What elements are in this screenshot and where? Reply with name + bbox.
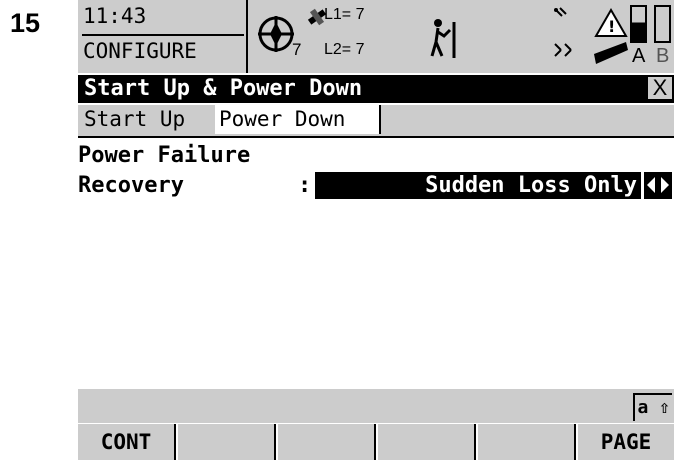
position-status-icon [258, 16, 294, 52]
field-label-line1: Power Failure [78, 143, 251, 168]
memory-card-icon: ! [594, 8, 628, 64]
softkey-f3[interactable] [278, 424, 376, 460]
battery-b-icon [654, 5, 671, 43]
svg-text:!: ! [608, 17, 615, 36]
choice-arrows-icon[interactable] [644, 172, 672, 199]
connection-icon [554, 43, 572, 57]
battery-b-label: B [656, 45, 670, 67]
battery-a-icon [630, 5, 647, 43]
battery-a-label: A [632, 45, 646, 67]
softkey-f6-page[interactable]: PAGE [578, 424, 674, 460]
close-button[interactable]: X [648, 77, 672, 99]
pole-mode-icon [430, 19, 456, 58]
radio-link-icon [554, 7, 567, 17]
clock: 11:43 [83, 4, 147, 28]
field-colon: : [298, 173, 312, 198]
softkey-f4[interactable] [378, 424, 476, 460]
softkey-row: CONT PAGE [78, 424, 674, 460]
l1-count: L1= 7 [324, 6, 365, 23]
status-separator [246, 0, 248, 73]
softkey-f1-cont[interactable]: CONT [78, 424, 176, 460]
l2-count: L2= 7 [324, 41, 365, 58]
program-name: CONFIGURE [83, 39, 197, 63]
softkey-f2[interactable] [178, 424, 276, 460]
softkey-status-bar: a ⇧ [78, 389, 674, 423]
satellite-count: 7 [292, 40, 302, 59]
device-screen: 11:43 CONFIGURE 7 L1= 7 L2= 7 ! A B Star… [78, 0, 674, 460]
input-mode-indicator: a ⇧ [633, 393, 672, 421]
status-bar: 11:43 CONFIGURE 7 L1= 7 L2= 7 ! A B [78, 0, 674, 73]
screen-title: Start Up & Power Down [84, 76, 363, 101]
tab-bar: Start Up Power Down [78, 105, 674, 138]
power-failure-recovery-choice[interactable]: Sudden Loss Only [315, 172, 641, 199]
status-left: 11:43 CONFIGURE [78, 0, 246, 73]
tab-power-down[interactable]: Power Down [215, 105, 381, 134]
softkey-f5[interactable] [478, 424, 576, 460]
tab-start-up[interactable]: Start Up [80, 105, 217, 134]
field-label-line2: Recovery [78, 173, 184, 198]
title-bar: Start Up & Power Down X [78, 75, 674, 103]
clock-divider [82, 34, 244, 36]
step-number: 15 [10, 8, 41, 38]
